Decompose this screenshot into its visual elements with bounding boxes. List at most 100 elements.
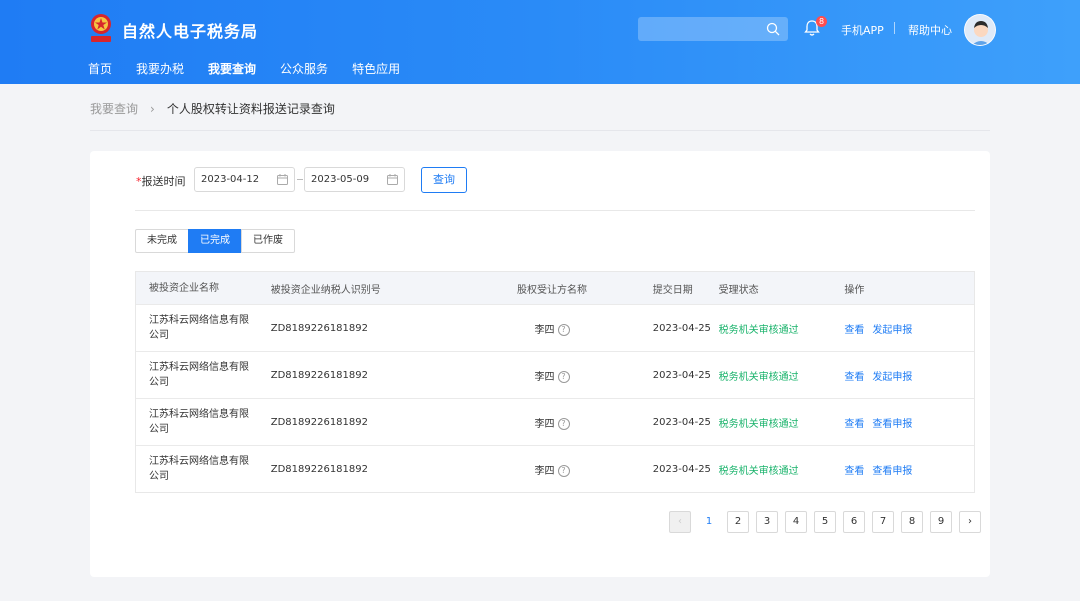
view-link[interactable]: 查看 [844,372,864,383]
transferee-name: 李四 [534,324,555,336]
cell-actions: 查看 发起申报 [844,368,974,383]
cell-actions: 查看 查看申报 [844,462,974,477]
calendar-icon[interactable] [277,174,288,185]
end-date-input[interactable]: 2023-05-09 [304,167,405,192]
search-input[interactable] [638,17,788,41]
tab-incomplete[interactable]: 未完成 [135,229,189,253]
cell-date: 2023-04-25 [652,463,711,475]
query-button[interactable]: 查询 [421,167,467,193]
view-declaration-link[interactable]: 查看申报 [872,466,912,477]
calendar-icon[interactable] [387,174,398,185]
breadcrumb: 我要查询 › 个人股权转让资料报送记录查询 [90,100,335,117]
header-divider [894,22,895,34]
page-1[interactable]: 1 [698,511,720,533]
site-title[interactable]: 自然人电子税务局 [122,18,258,42]
nav-item-home[interactable]: 首页 [88,60,112,84]
page-6[interactable]: 6 [843,511,865,533]
transferee-name: 李四 [534,465,555,477]
table-row: 江苏科云网络信息有限公司 ZD8189226181892 李四? 2023-04… [136,398,974,445]
cell-status: 税务机关审核通过 [718,418,799,430]
filter-label-text: 报送时间 [141,175,186,188]
page-3[interactable]: 3 [756,511,778,533]
nav-item-featured-apps[interactable]: 特色应用 [352,60,400,84]
view-link[interactable]: 查看 [844,325,864,336]
cell-status: 税务机关审核通过 [718,371,799,383]
avatar[interactable] [964,14,996,46]
page-9[interactable]: 9 [930,511,952,533]
date-range-dash [297,179,303,180]
col-header-company: 被投资企业名称 [149,282,219,294]
view-link[interactable]: 查看 [844,466,864,477]
end-date-value: 2023-05-09 [311,174,370,185]
search-icon[interactable] [766,22,780,36]
transferee-name: 李四 [534,371,555,383]
cell-company: 江苏科云网络信息有限公司 [149,409,249,435]
cell-company: 江苏科云网络信息有限公司 [149,456,249,482]
cell-transferee: 李四? [457,415,647,430]
main-nav: 首页 我要办税 我要查询 公众服务 特色应用 [88,60,424,84]
nav-item-tax-handling[interactable]: 我要办税 [136,60,184,84]
cell-tax-id: ZD8189226181892 [270,369,368,381]
cell-actions: 查看 查看申报 [844,415,974,430]
page-2[interactable]: 2 [727,511,749,533]
declare-link[interactable]: 发起申报 [872,372,912,383]
cell-status: 税务机关审核通过 [718,324,799,336]
chevron-right-icon: › [150,101,155,116]
page-5[interactable]: 5 [814,511,836,533]
next-page-button[interactable]: › [959,511,981,533]
table-header: 被投资企业名称 被投资企业纳税人识别号 股权受让方名称 提交日期 受理状态 操作 [136,272,974,304]
col-header-status: 受理状态 [718,284,759,296]
cell-transferee: 李四? [457,462,647,477]
cell-transferee: 李四? [457,368,647,383]
cell-tax-id: ZD8189226181892 [270,322,368,334]
cell-transferee: 李四? [457,321,647,336]
cell-date: 2023-04-25 [652,416,711,428]
cell-company: 江苏科云网络信息有限公司 [149,315,249,341]
view-link[interactable]: 查看 [844,419,864,430]
notification-badge: 8 [816,16,827,27]
question-circle-icon[interactable]: ? [557,464,570,477]
page-8[interactable]: 8 [901,511,923,533]
status-tabs: 未完成 已完成 已作废 [135,229,295,253]
help-center-link[interactable]: 帮助中心 [908,22,952,38]
question-circle-icon[interactable]: ? [557,417,570,430]
col-header-date: 提交日期 [652,284,693,296]
mobile-app-link[interactable]: 手机APP [841,22,884,38]
content-card: *报送时间 2023-04-12 2023-05-09 查询 未完成 已完成 已… [90,151,990,577]
cell-company: 江苏科云网络信息有限公司 [149,362,249,388]
table-row: 江苏科云网络信息有限公司 ZD8189226181892 李四? 2023-04… [136,304,974,351]
top-header: 自然人电子税务局 8 手机APP 帮助中心 首页 我要办税 我要查询 公众服务 … [0,0,1080,84]
breadcrumb-parent[interactable]: 我要查询 [90,100,138,117]
tab-completed[interactable]: 已完成 [188,229,242,253]
start-date-input[interactable]: 2023-04-12 [194,167,295,192]
nav-item-query[interactable]: 我要查询 [208,60,256,84]
start-date-value: 2023-04-12 [201,174,260,185]
filter-label: *报送时间 [136,173,186,189]
filter-divider [135,210,975,211]
breadcrumb-divider [90,130,990,131]
tax-emblem-icon[interactable] [88,12,114,44]
tab-voided[interactable]: 已作废 [241,229,295,253]
col-header-transferee: 股权受让方名称 [517,284,588,296]
question-circle-icon[interactable]: ? [557,323,570,336]
cell-tax-id: ZD8189226181892 [270,416,368,428]
prev-page-button[interactable]: ‹ [669,511,691,533]
view-declaration-link[interactable]: 查看申报 [872,419,912,430]
col-header-tax-id: 被投资企业纳税人识别号 [270,284,381,296]
table-row: 江苏科云网络信息有限公司 ZD8189226181892 李四? 2023-04… [136,445,974,492]
page-4[interactable]: 4 [785,511,807,533]
cell-date: 2023-04-25 [652,369,711,381]
declare-link[interactable]: 发起申报 [872,325,912,336]
records-table: 被投资企业名称 被投资企业纳税人识别号 股权受让方名称 提交日期 受理状态 操作… [135,271,975,493]
user-avatar-icon [965,15,995,45]
table-row: 江苏科云网络信息有限公司 ZD8189226181892 李四? 2023-04… [136,351,974,398]
page-title: 个人股权转让资料报送记录查询 [166,102,335,116]
cell-actions: 查看 发起申报 [844,321,974,336]
nav-item-public-service[interactable]: 公众服务 [280,60,328,84]
cell-status: 税务机关审核通过 [718,465,799,477]
page-7[interactable]: 7 [872,511,894,533]
cell-date: 2023-04-25 [652,322,711,334]
pagination: ‹ 1 2 3 4 5 6 7 8 9 › [669,511,988,533]
col-header-actions: 操作 [844,284,865,296]
question-circle-icon[interactable]: ? [557,370,570,383]
